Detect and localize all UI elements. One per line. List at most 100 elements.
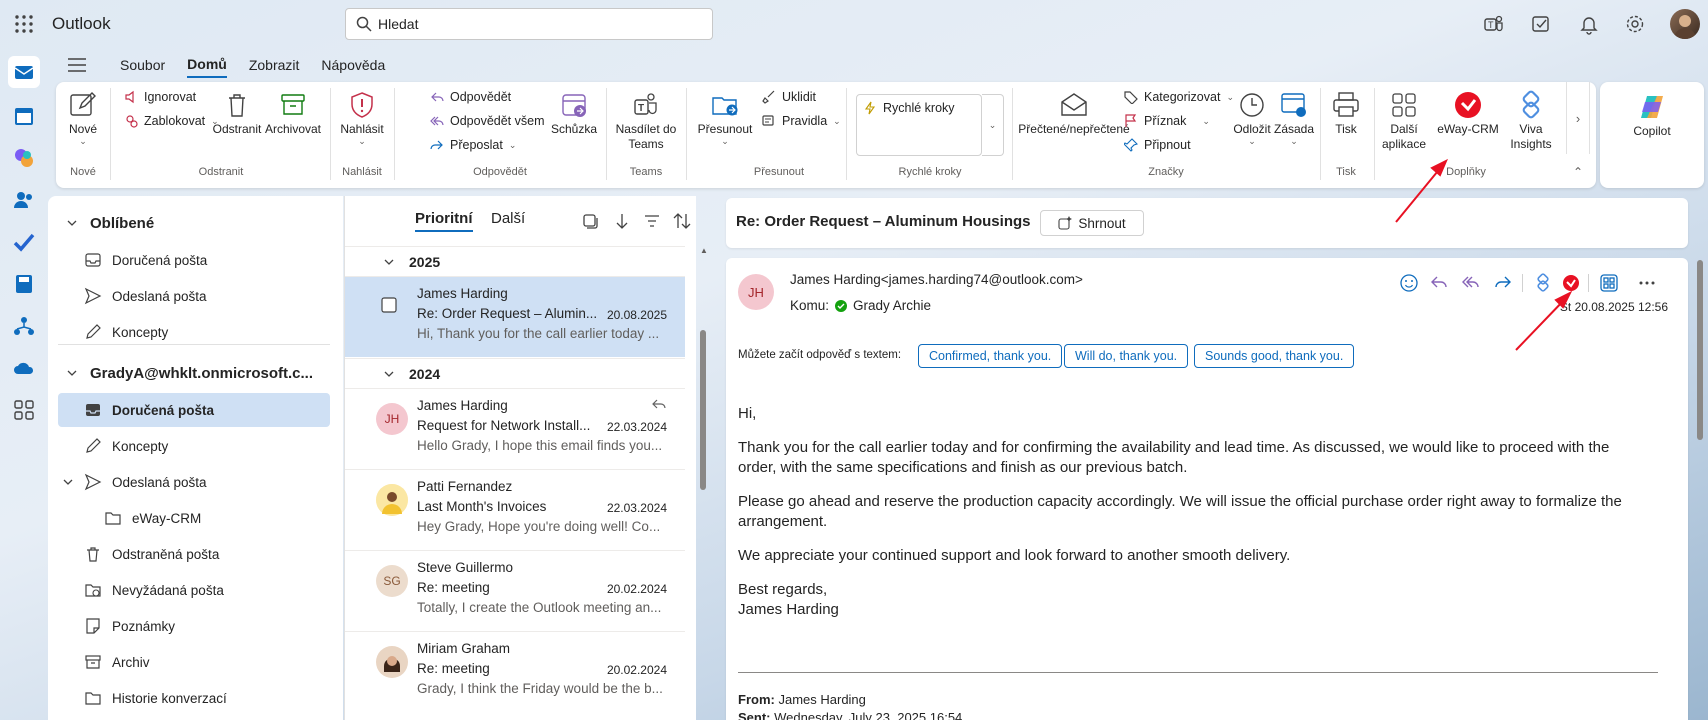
eway-crm-icon[interactable] bbox=[1560, 272, 1582, 294]
copilot-app-icon[interactable] bbox=[12, 146, 36, 170]
folder-notes[interactable]: Poznámky bbox=[58, 609, 330, 643]
folder-eway-crm[interactable]: eWay-CRM bbox=[58, 501, 330, 535]
sort-icon[interactable] bbox=[673, 212, 691, 230]
people-app-icon[interactable] bbox=[12, 188, 36, 212]
apps-grid-icon[interactable] bbox=[1598, 272, 1620, 294]
reply-button[interactable]: Odpovědět bbox=[430, 90, 511, 104]
tab-other[interactable]: Další bbox=[491, 210, 525, 227]
reply-all-button[interactable]: Odpovědět všem bbox=[430, 114, 545, 128]
folder-deleted[interactable]: Odstraněná pošta bbox=[58, 537, 330, 571]
quick-steps-gallery[interactable]: Rychlé kroky bbox=[856, 94, 982, 156]
list-item[interactable]: James Harding Re: Order Request – Alumin… bbox=[345, 276, 685, 357]
gear-icon[interactable] bbox=[1624, 13, 1646, 35]
mail-app-icon[interactable] bbox=[8, 56, 40, 88]
list-item[interactable]: JH James Harding Request for Network Ins… bbox=[345, 388, 685, 469]
policy-button[interactable]: Zásada ⌄ bbox=[1274, 90, 1314, 147]
more-apps-icon[interactable] bbox=[12, 398, 36, 422]
sender-name[interactable]: James Harding<james.harding74@outlook.co… bbox=[790, 272, 1083, 287]
calendar-app-icon[interactable] bbox=[12, 104, 36, 128]
teams-icon[interactable]: T bbox=[1483, 13, 1505, 35]
tab-napoveda[interactable]: Nápověda bbox=[321, 53, 385, 77]
read-unread-button[interactable]: Přečtené/nepřečtené bbox=[1018, 90, 1130, 136]
forward-button[interactable]: Přeposlat ⌄ bbox=[430, 138, 516, 152]
report-button[interactable]: Nahlásit ⌄ bbox=[336, 90, 388, 147]
new-mail-button[interactable]: Nové ⌄ bbox=[60, 90, 106, 147]
share-to-teams-button[interactable]: T Nasdílet do Teams bbox=[612, 90, 680, 152]
suggested-reply-button[interactable]: Confirmed, thank you. bbox=[918, 344, 1063, 368]
delete-button[interactable]: Odstranit bbox=[212, 90, 262, 136]
reading-scrollbar[interactable] bbox=[1696, 258, 1704, 720]
tab-zobrazit[interactable]: Zobrazit bbox=[249, 53, 300, 77]
viva-insights-icon[interactable] bbox=[1532, 272, 1554, 294]
filter-icon[interactable] bbox=[643, 212, 661, 230]
favorites-header[interactable]: Oblíbené bbox=[58, 206, 154, 240]
group-header-2025[interactable]: 2025 bbox=[345, 246, 685, 276]
select-mode-icon[interactable] bbox=[581, 212, 599, 230]
viva-insights-button[interactable]: Viva Insights bbox=[1508, 90, 1554, 152]
todo-icon[interactable] bbox=[1530, 13, 1552, 35]
meeting-button[interactable]: Schůzka bbox=[550, 90, 598, 136]
org-app-icon[interactable] bbox=[12, 314, 36, 338]
more-options-icon[interactable] bbox=[1636, 272, 1658, 294]
storage-app-icon[interactable] bbox=[12, 272, 36, 296]
quick-step-item[interactable]: Rychlé kroky bbox=[863, 101, 955, 115]
chevron-down-icon[interactable] bbox=[62, 476, 74, 488]
ignore-button[interactable]: Ignorovat bbox=[124, 90, 196, 104]
folder-drafts[interactable]: Koncepty bbox=[58, 429, 330, 463]
reply-icon[interactable] bbox=[1428, 272, 1450, 294]
eway-crm-button[interactable]: eWay-CRM bbox=[1436, 90, 1500, 136]
block-button[interactable]: Zablokovat ⌄ bbox=[124, 114, 219, 128]
folder-fav-inbox[interactable]: Doručená pošta bbox=[58, 243, 330, 277]
snooze-button[interactable]: Odložit ⌄ bbox=[1230, 90, 1274, 147]
todo-app-icon[interactable] bbox=[12, 230, 36, 254]
sweep-button[interactable]: Uklidit bbox=[762, 90, 816, 104]
list-item[interactable]: SG Steve Guillermo Re: meeting 20.02.202… bbox=[345, 550, 685, 631]
tab-domu[interactable]: Domů bbox=[187, 52, 227, 78]
list-item[interactable]: Patti Fernandez Last Month's Invoices 22… bbox=[345, 469, 685, 550]
move-button[interactable]: Přesunout ⌄ bbox=[696, 90, 754, 147]
more-apps-button[interactable]: Další aplikace bbox=[1378, 90, 1430, 152]
summarize-button[interactable]: Shrnout bbox=[1040, 210, 1144, 236]
pin-button[interactable]: Připnout bbox=[1124, 138, 1191, 152]
select-checkbox[interactable] bbox=[381, 297, 397, 313]
suggested-reply-button[interactable]: Sounds good, thank you. bbox=[1194, 344, 1355, 368]
copilot-button[interactable]: Copilot bbox=[1612, 92, 1692, 138]
chevron-down-icon bbox=[383, 368, 395, 380]
tab-soubor[interactable]: Soubor bbox=[120, 53, 165, 77]
print-button[interactable]: Tisk bbox=[1326, 90, 1366, 136]
categorize-button[interactable]: Kategorizovat ⌄ bbox=[1124, 90, 1234, 104]
rules-button[interactable]: Pravidla ⌄ bbox=[762, 114, 841, 128]
policy-label: Zásada bbox=[1274, 122, 1315, 136]
scrollbar-thumb[interactable] bbox=[1697, 260, 1703, 440]
onedrive-app-icon[interactable] bbox=[12, 356, 36, 380]
list-item[interactable]: Miriam Graham Re: meeting 20.02.2024 Gra… bbox=[345, 631, 685, 712]
folder-sent[interactable]: Odeslaná pošta bbox=[58, 465, 330, 499]
flag-button[interactable]: Příznak ⌄ bbox=[1124, 114, 1210, 128]
folder-conversation-history[interactable]: Historie konverzací bbox=[58, 681, 330, 715]
avatar[interactable] bbox=[1670, 9, 1700, 39]
folder-junk[interactable]: Nevyžádaná pošta bbox=[58, 573, 330, 607]
emoji-reaction-icon[interactable] bbox=[1398, 272, 1420, 294]
scrollbar-thumb[interactable] bbox=[700, 330, 706, 490]
scrollbar[interactable]: ▲ bbox=[699, 246, 708, 720]
account-header[interactable]: GradyA@whklt.onmicrosoft.c... bbox=[58, 356, 313, 390]
folder-fav-sent[interactable]: Odeslaná pošta bbox=[58, 279, 330, 313]
jump-down-icon[interactable] bbox=[613, 212, 631, 230]
app-launcher-icon[interactable] bbox=[14, 14, 34, 34]
suggested-reply-button[interactable]: Will do, thank you. bbox=[1064, 344, 1189, 368]
archive-button[interactable]: Archivovat bbox=[263, 90, 323, 136]
forward-icon[interactable] bbox=[1492, 272, 1514, 294]
tab-focused[interactable]: Prioritní bbox=[415, 210, 473, 232]
hamburger-icon[interactable] bbox=[68, 58, 90, 72]
group-header-2024[interactable]: 2024 bbox=[345, 358, 685, 388]
collapse-ribbon-button[interactable]: ⌃ bbox=[1568, 162, 1588, 182]
folder-archive[interactable]: Archiv bbox=[58, 645, 330, 679]
reply-all-icon[interactable] bbox=[1460, 272, 1482, 294]
folder-inbox[interactable]: Doručená pošta bbox=[58, 393, 330, 427]
search-box[interactable] bbox=[345, 8, 713, 40]
bell-icon[interactable] bbox=[1578, 13, 1600, 35]
ribbon-scroll-right-button[interactable]: › bbox=[1566, 82, 1590, 154]
recipient-name[interactable]: Grady Archie bbox=[853, 298, 931, 313]
quick-steps-expand-button[interactable]: ⌄ bbox=[982, 94, 1004, 156]
search-input[interactable] bbox=[378, 16, 698, 32]
